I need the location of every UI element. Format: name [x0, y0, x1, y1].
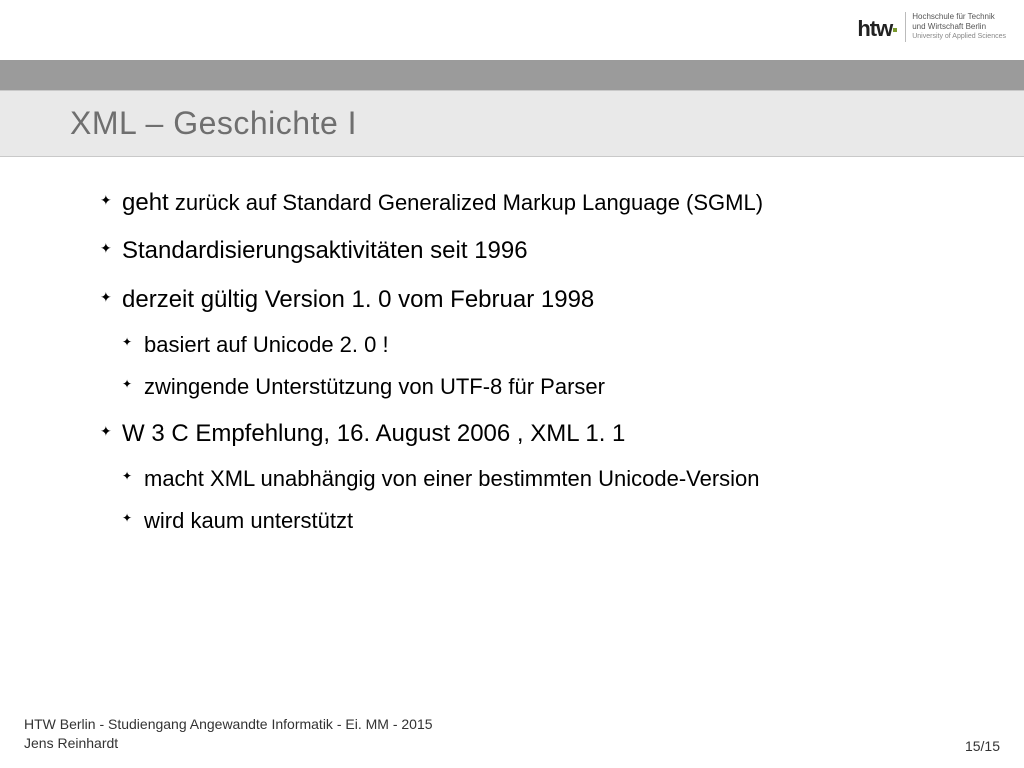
sub-bullet-item: zwingende Unterstützung von UTF-8 für Pa…: [122, 372, 994, 402]
logo-text: Hochschule für Technik und Wirtschaft Be…: [905, 12, 1006, 42]
logo-dot-icon: [893, 28, 897, 32]
sub-bullet-text: basiert auf Unicode 2. 0 !: [144, 332, 389, 357]
sub-bullet-text: zwingende Unterstützung von UTF-8 für Pa…: [144, 374, 605, 399]
footer-line1: HTW Berlin - Studiengang Angewandte Info…: [24, 715, 433, 735]
logo-mark: htw: [857, 16, 897, 42]
sub-bullet-item: basiert auf Unicode 2. 0 !: [122, 330, 994, 360]
sub-bullet-item: wird kaum unterstützt: [122, 506, 994, 536]
title-band: XML – Geschichte I: [0, 90, 1024, 157]
decorative-bar: [0, 60, 1024, 90]
sub-bullet-text: wird kaum unterstützt: [144, 508, 353, 533]
footer-left: HTW Berlin - Studiengang Angewandte Info…: [24, 715, 433, 754]
sub-bullet-list: macht XML unabhängig von einer bestimmte…: [122, 464, 994, 535]
bullet-text: Standardisierungsaktivitäten seit 1996: [122, 237, 528, 264]
slide-title: XML – Geschichte I: [70, 105, 1024, 142]
header-area: htw Hochschule für Technik und Wirtschaf…: [0, 0, 1024, 60]
sub-bullet-text: macht XML unabhängig von einer bestimmte…: [144, 466, 760, 491]
footer-line2: Jens Reinhardt: [24, 734, 433, 754]
logo-block: htw Hochschule für Technik und Wirtschaf…: [857, 12, 1006, 42]
logo-line1: Hochschule für Technik: [912, 12, 1006, 22]
bullet-item: derzeit gültig Version 1. 0 vom Februar …: [100, 284, 994, 402]
page-number: 15/15: [965, 738, 1000, 754]
logo-subline: University of Applied Sciences: [912, 33, 1006, 41]
bullet-text-lead: geht: [122, 189, 169, 216]
sub-bullet-list: basiert auf Unicode 2. 0 ! zwingende Unt…: [122, 330, 994, 401]
bullet-item: Standardisierungsaktivitäten seit 1996: [100, 235, 994, 267]
sub-bullet-item: macht XML unabhängig von einer bestimmte…: [122, 464, 994, 494]
bullet-item: W 3 C Empfehlung, 16. August 2006 , XML …: [100, 418, 994, 536]
bullet-item: geht zurück auf Standard Generalized Mar…: [100, 187, 994, 219]
footer: HTW Berlin - Studiengang Angewandte Info…: [0, 715, 1024, 754]
bullet-text: W 3 C Empfehlung, 16. August 2006 , XML …: [122, 420, 625, 447]
bullet-text-tail: zurück auf Standard Generalized Markup L…: [169, 190, 763, 215]
slide: htw Hochschule für Technik und Wirtschaf…: [0, 0, 1024, 768]
bullet-list: geht zurück auf Standard Generalized Mar…: [100, 187, 994, 535]
logo-line2: und Wirtschaft Berlin: [912, 22, 1006, 32]
bullet-text: derzeit gültig Version 1. 0 vom Februar …: [122, 286, 594, 313]
content-area: geht zurück auf Standard Generalized Mar…: [0, 157, 1024, 535]
